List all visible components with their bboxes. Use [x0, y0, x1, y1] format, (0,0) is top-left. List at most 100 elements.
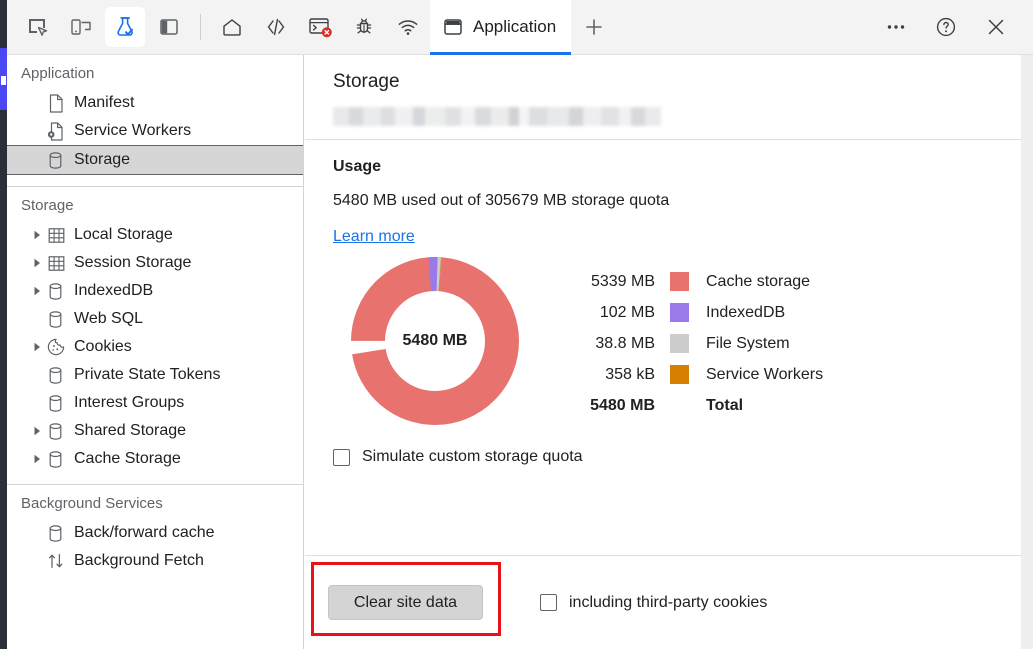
sidebar-item-interest-groups[interactable]: Interest Groups	[7, 389, 303, 417]
donut-center-label: 5480 MB	[402, 332, 468, 349]
chevron-right-icon[interactable]	[29, 230, 45, 240]
donut-center: 5480 MB	[385, 291, 485, 391]
page-title: Storage	[333, 71, 400, 92]
sidebar-item-label: IndexedDB	[74, 282, 154, 299]
database-icon	[45, 422, 67, 441]
sidebar-item-manifest[interactable]: Manifest	[7, 89, 303, 117]
edge-strip-notch	[1, 76, 6, 85]
sources-button[interactable]	[256, 7, 296, 47]
toolbar-right-group	[871, 0, 1033, 55]
legend-label: Cache storage	[706, 272, 811, 290]
clear-site-data-button[interactable]: Clear site data	[328, 585, 483, 620]
third-party-cookies-label: including third-party cookies	[569, 593, 768, 611]
sidebar-section-title-application: Application	[21, 65, 95, 82]
legend-row-total: 5480 MB Total	[578, 390, 823, 421]
third-party-cookies-row[interactable]: including third-party cookies	[540, 594, 767, 612]
sidebar-item-local-storage[interactable]: Local Storage	[7, 221, 303, 249]
sidebar-section-title-background-services: Background Services	[21, 495, 163, 512]
panel-scrollbar-track[interactable]	[1021, 55, 1033, 649]
database-icon	[45, 394, 67, 413]
sidebar-item-indexeddb[interactable]: IndexedDB	[7, 277, 303, 305]
sidebar-item-label: Cookies	[74, 338, 132, 355]
chevron-right-icon[interactable]	[29, 342, 45, 352]
chevron-right-icon[interactable]	[29, 454, 45, 464]
sidebar-item-label: Web SQL	[74, 310, 144, 327]
console-button[interactable]	[300, 7, 340, 47]
legend-row: 5339 MB Cache storage	[578, 266, 823, 297]
devtools-window: Application Application Manifest Service…	[0, 0, 1033, 649]
database-icon	[45, 310, 67, 329]
usage-chart-row: 5480 MB 5339 MB Cache storage 102 MB Ind…	[333, 246, 1021, 426]
device-toolbar-icon	[71, 19, 91, 35]
sidebar-item-label: Cache Storage	[74, 450, 181, 467]
sidebar-item-label: Local Storage	[74, 226, 173, 243]
manifest-file-icon	[45, 93, 67, 113]
sidebar-item-storage[interactable]: Storage	[7, 145, 303, 175]
legend-label: Service Workers	[706, 365, 824, 383]
plus-icon	[586, 19, 602, 35]
sidebar-item-session-storage[interactable]: Session Storage	[7, 249, 303, 277]
chevron-right-icon[interactable]	[29, 286, 45, 296]
sidebar-item-web-sql[interactable]: Web SQL	[7, 305, 303, 333]
application-sidebar: Application Manifest Service Workers Sto…	[7, 55, 304, 649]
experiment-flask-icon	[117, 17, 133, 36]
legend-swatch-cache-storage	[670, 272, 689, 291]
usage-donut-chart: 5480 MB	[350, 256, 520, 426]
sidebar-item-label: Storage	[74, 151, 131, 168]
storage-panel: Storage Usage 5480 MB used out of 305679…	[305, 55, 1021, 649]
devtools-toolbar: Application	[7, 0, 1033, 55]
more-options-icon	[887, 25, 905, 29]
learn-more-link[interactable]: Learn more	[333, 210, 415, 246]
simulate-quota-label: Simulate custom storage quota	[362, 448, 583, 465]
usage-summary: 5480 MB used out of 305679 MB storage qu…	[333, 192, 670, 209]
toolbar-separator-1	[200, 14, 201, 40]
sidebar-item-cache-storage[interactable]: Cache Storage	[7, 445, 303, 473]
sidebar-item-background-fetch[interactable]: Background Fetch	[7, 547, 303, 575]
sidebar-item-service-workers[interactable]: Service Workers	[7, 117, 303, 145]
clear-actions-row: Clear site data including third-party co…	[305, 556, 1021, 649]
legend-label: IndexedDB	[706, 303, 786, 321]
close-devtools-button[interactable]	[976, 7, 1016, 47]
legend-swatch-file-system	[670, 334, 689, 353]
third-party-cookies-checkbox[interactable]	[540, 594, 557, 611]
legend-swatch-indexeddb	[670, 303, 689, 322]
tab-application[interactable]: Application	[430, 0, 572, 55]
legend-row: 358 kB Service Workers	[578, 359, 823, 390]
usage-legend: 5339 MB Cache storage 102 MB IndexedDB 3…	[578, 256, 823, 421]
sidebar-item-private-state-tokens[interactable]: Private State Tokens	[7, 361, 303, 389]
more-options-button[interactable]	[876, 7, 916, 47]
network-conditions-button[interactable]	[388, 7, 428, 47]
database-icon	[45, 366, 67, 385]
application-panel-icon	[444, 19, 462, 35]
sidebar-item-back-forward-cache[interactable]: Back/forward cache	[7, 519, 303, 547]
toolbar-left-group	[7, 0, 191, 55]
add-tab-button[interactable]	[575, 8, 613, 46]
help-icon	[936, 17, 956, 37]
home-icon	[223, 19, 241, 36]
chevron-right-icon[interactable]	[29, 426, 45, 436]
close-icon	[988, 19, 1004, 35]
chevron-right-icon[interactable]	[29, 258, 45, 268]
sidebar-item-label: Background Fetch	[74, 552, 204, 569]
code-icon	[267, 18, 285, 36]
home-button[interactable]	[212, 7, 252, 47]
legend-value: 5339 MB	[590, 272, 655, 290]
simulate-quota-row[interactable]: Simulate custom storage quota	[333, 426, 1021, 466]
inspect-element-button[interactable]	[17, 7, 57, 47]
sidebar-item-label: Private State Tokens	[74, 366, 221, 383]
sidebar-item-cookies[interactable]: Cookies	[7, 333, 303, 361]
sidebar-item-shared-storage[interactable]: Shared Storage	[7, 417, 303, 445]
simulate-quota-checkbox[interactable]	[333, 448, 350, 466]
device-toolbar-button[interactable]	[61, 7, 101, 47]
legend-row: 102 MB IndexedDB	[578, 297, 823, 328]
legend-row: 38.8 MB File System	[578, 328, 823, 359]
bug-icon	[356, 18, 372, 34]
sidebar-item-label: Shared Storage	[74, 422, 187, 439]
legend-label: File System	[706, 334, 790, 352]
experiments-button[interactable]	[105, 7, 145, 47]
database-icon	[45, 450, 67, 469]
help-button[interactable]	[926, 7, 966, 47]
panel-layout-button[interactable]	[149, 7, 189, 47]
issues-button[interactable]	[344, 7, 384, 47]
sidebar-item-label: Manifest	[74, 94, 135, 111]
